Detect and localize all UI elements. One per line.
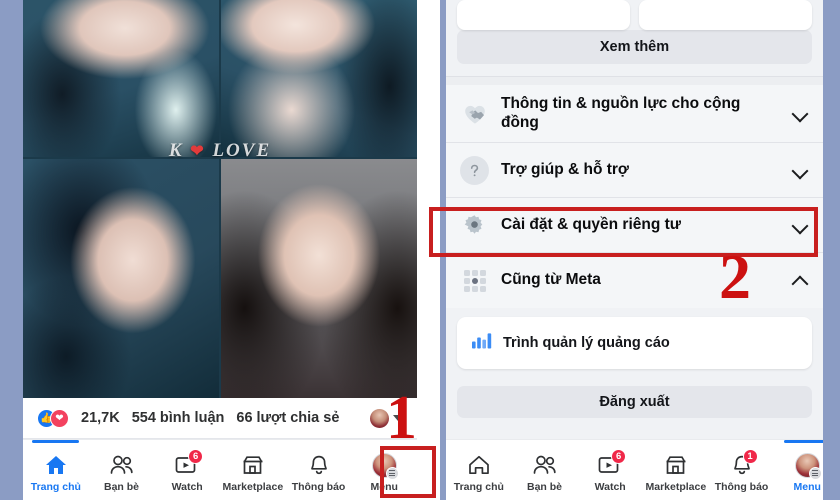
chevron-down-icon[interactable]	[792, 105, 809, 122]
watch-icon: 6	[595, 449, 627, 477]
tab-label: Marketplace	[222, 481, 284, 493]
chevron-down-icon[interactable]	[393, 415, 403, 421]
tab-label: Marketplace	[645, 481, 707, 493]
left-bottom-tabbar: Trang chủ Bạn bè 6 Watch Marketplace Thô…	[23, 439, 417, 500]
marketplace-icon	[238, 453, 268, 477]
share-count[interactable]: 66 lượt chia sẻ	[236, 410, 339, 426]
tab-label: Thông báo	[714, 481, 769, 493]
sidebar-item-marketplace[interactable]: Marketplace	[220, 440, 286, 500]
tab-label: Watch	[594, 481, 626, 493]
bar-chart-icon	[471, 331, 492, 355]
gear-icon	[460, 211, 489, 240]
tab-label: Menu	[793, 481, 821, 493]
post-photo-4[interactable]	[221, 159, 417, 400]
avatar	[794, 452, 822, 480]
chevron-down-icon[interactable]	[792, 162, 809, 179]
tab-label: Bạn bè	[104, 481, 140, 493]
sidebar-item-thong-bao[interactable]: Thông báo	[286, 440, 352, 500]
sidebar-item-menu[interactable]: Menu	[351, 440, 417, 500]
sidebar-item-trang-chu[interactable]: Trang chủ	[446, 440, 512, 500]
marketplace-icon	[661, 453, 691, 477]
sidebar-item-watch[interactable]: 6 Watch	[577, 440, 643, 500]
hamburger-icon	[808, 466, 822, 480]
active-tab-underline	[32, 440, 80, 443]
sidebar-item-marketplace[interactable]: Marketplace	[643, 440, 709, 500]
sidebar-item-ban-be[interactable]: Bạn bè	[512, 440, 578, 500]
post-photo-grid[interactable]	[23, 0, 417, 400]
meta-grid-icon	[460, 266, 489, 295]
reaction-count[interactable]: 21,7K	[81, 410, 120, 426]
menu-item-community-info[interactable]: Thông tin & nguồn lực cho cộng đồng	[446, 85, 823, 143]
watch-badge: 6	[188, 449, 204, 464]
post-photo-1[interactable]	[23, 0, 219, 157]
left-phone-panel: K ❤ LOVE 👍 ❤ 21,7K 554 bình luận 66 lượt…	[23, 0, 440, 500]
reaction-icons[interactable]: 👍 ❤	[37, 408, 69, 428]
menu-item-help-support[interactable]: Trợ giúp & hỗ trợ	[446, 143, 823, 198]
tab-label: Menu	[370, 481, 398, 493]
tab-label: Thông báo	[291, 481, 346, 493]
avatar	[371, 452, 399, 480]
post-stats-row: 👍 ❤ 21,7K 554 bình luận 66 lượt chia sẻ	[23, 398, 417, 439]
chevron-up-icon[interactable]	[792, 272, 809, 289]
logout-button[interactable]: Đăng xuất	[457, 386, 812, 418]
question-mark-icon	[460, 155, 489, 185]
comment-count[interactable]: 554 bình luận	[132, 410, 225, 426]
post-photo-3[interactable]	[23, 159, 219, 400]
shortcut-card-right[interactable]	[639, 0, 812, 30]
post-photo-2[interactable]	[221, 0, 417, 157]
chevron-down-icon[interactable]	[792, 217, 809, 234]
right-bottom-tabbar: Trang chủ Bạn bè 6 Watch Marketplace 1 T…	[446, 439, 823, 500]
bell-icon	[304, 453, 334, 477]
section-divider	[446, 76, 823, 85]
menu-item-also-from-meta[interactable]: Cũng từ Meta	[446, 253, 823, 308]
see-more-button[interactable]: Xem thêm	[457, 30, 812, 64]
tab-label: Watch	[171, 481, 203, 493]
watch-icon: 6	[172, 449, 204, 477]
tab-label: Bạn bè	[527, 481, 563, 493]
tab-label: Trang chủ	[453, 481, 504, 493]
active-tab-underline	[783, 440, 823, 443]
home-icon	[464, 453, 494, 477]
hamburger-icon	[385, 466, 399, 480]
ads-manager-section: Trình quản lý quảng cáo	[446, 308, 823, 378]
notification-badge: 1	[742, 449, 758, 464]
tab-label: Trang chủ	[30, 481, 81, 493]
menu-item-label: Cũng từ Meta	[501, 271, 601, 289]
menu-item-label: Thông tin & nguồn lực cho cộng đồng	[501, 94, 741, 131]
sidebar-item-menu[interactable]: Menu	[774, 440, 823, 500]
menu-item-settings-privacy[interactable]: Cài đặt & quyền riêng tư	[446, 198, 823, 253]
watch-badge: 6	[611, 449, 627, 464]
bell-icon: 1	[727, 449, 758, 477]
menu-scroll-area[interactable]: Xem thêm Thông tin & nguồn lực cho cộng …	[446, 0, 823, 442]
menu-item-label: Trợ giúp & hỗ trợ	[501, 160, 629, 178]
handshake-heart-icon	[460, 99, 489, 128]
menu-item-label: Cài đặt & quyền riêng tư	[501, 215, 682, 233]
home-icon	[41, 453, 71, 477]
avatar	[370, 408, 389, 428]
heart-icon: ❤	[50, 408, 69, 428]
shortcut-card-left[interactable]	[457, 0, 630, 30]
sidebar-item-trang-chu[interactable]: Trang chủ	[23, 440, 89, 500]
avatar-menu-icon	[792, 452, 822, 480]
logout-section: Đăng xuất	[446, 378, 823, 428]
screenshot-root: K ❤ LOVE 👍 ❤ 21,7K 554 bình luận 66 lượt…	[0, 0, 840, 500]
sidebar-item-ban-be[interactable]: Bạn bè	[89, 440, 155, 500]
ads-manager-card[interactable]: Trình quản lý quảng cáo	[457, 317, 812, 369]
friends-icon	[107, 453, 137, 477]
friends-icon	[530, 453, 560, 477]
avatar-menu-icon	[369, 452, 399, 480]
right-phone-panel: Xem thêm Thông tin & nguồn lực cho cộng …	[446, 0, 823, 500]
sidebar-item-thong-bao[interactable]: 1 Thông báo	[709, 440, 775, 500]
shortcut-cards-row	[446, 0, 823, 30]
stats-right-group[interactable]	[370, 408, 403, 428]
ads-manager-label: Trình quản lý quảng cáo	[503, 335, 670, 351]
sidebar-item-watch[interactable]: 6 Watch	[154, 440, 220, 500]
